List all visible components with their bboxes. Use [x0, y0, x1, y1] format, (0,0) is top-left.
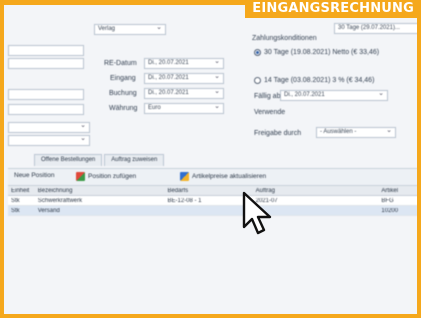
waehrung-field[interactable]: Euro	[144, 103, 224, 114]
top-select[interactable]: Verlag	[94, 24, 166, 35]
re-datum-field[interactable]: Di., 20.07.2021	[144, 58, 224, 69]
price-update-label: Artikelpreise aktualisieren	[192, 173, 267, 180]
radio-selected-icon[interactable]	[254, 49, 261, 56]
mouse-cursor-icon	[242, 191, 272, 235]
table-header: Einheit Bezeichnung Bedarfs Auftrag Arti…	[8, 186, 417, 196]
zahlungskonditionen-label: Zahlungskonditionen	[252, 35, 317, 42]
add-position-button[interactable]: Position zufügen	[76, 172, 136, 181]
left-field-2[interactable]	[8, 58, 84, 69]
payment-option-1[interactable]: 30 Tage (19.08.2021) Netto (€ 33,46)	[254, 49, 379, 56]
tab-bar: Offene Bestellungen Auftrag zuweisen	[8, 154, 166, 166]
faellig-ab-label: Fällig ab	[254, 93, 281, 100]
header-artikel[interactable]: Artikel	[378, 188, 417, 194]
freigabe-label: Freigabe durch	[254, 130, 302, 137]
radio-unselected-icon[interactable]	[254, 77, 261, 84]
cell-einheit: Stk	[11, 207, 20, 214]
verwenden-label: Verwende	[254, 109, 286, 116]
positions-table: Einheit Bezeichnung Bedarfs Auftrag Arti…	[8, 186, 417, 216]
cell-artikel: 10200	[381, 207, 399, 214]
tab-auftrag-zuweisen[interactable]: Auftrag zuweisen	[104, 154, 165, 166]
top-right-field[interactable]: 30 Tage (29.07.2021)...	[334, 23, 417, 34]
waehrung-label: Währung	[109, 105, 138, 112]
buchung-label: Buchung	[109, 90, 137, 97]
cell-einheit: Stk	[11, 197, 20, 204]
payment-option-2-label: 14 Tage (03.08.2021) 3 % (€ 34,46)	[264, 77, 375, 84]
left-field-3[interactable]	[8, 89, 84, 100]
table-row[interactable]: Stk Versand 10200	[8, 206, 417, 216]
add-items-icon	[76, 172, 85, 181]
table-row[interactable]: Stk Schwerkraftwerk BE-12-08 - 1 2021-07…	[8, 196, 417, 206]
cell-bedarfs: BE-12-08 - 1	[167, 197, 202, 204]
add-position-label: Position zufügen	[88, 173, 137, 180]
left-field-1[interactable]	[8, 45, 84, 56]
new-position-button[interactable]: Neue Position	[14, 172, 54, 179]
payment-option-1-label: 30 Tage (19.08.2021) Netto (€ 33,46)	[264, 49, 380, 56]
freigabe-select[interactable]: - Auswählen -	[316, 127, 396, 138]
header-bedarfs[interactable]: Bedarfs	[164, 188, 252, 194]
eingang-field[interactable]: Di., 20.07.2021	[144, 73, 224, 84]
re-datum-label: RE-Datum	[104, 60, 137, 67]
new-position-label: Neue Position	[14, 172, 55, 179]
eingang-label: Eingang	[110, 75, 136, 82]
position-toolbar: Neue Position Position zufügen Artikelpr…	[8, 168, 417, 186]
cell-bezeichnung: Versand	[37, 207, 60, 214]
price-update-button[interactable]: Artikelpreise aktualisieren	[180, 172, 266, 181]
payment-option-2[interactable]: 14 Tage (03.08.2021) 3 % (€ 34,46)	[254, 77, 374, 84]
cell-artikel: BFG	[381, 197, 394, 204]
header-bezeichnung[interactable]: Bezeichnung	[35, 188, 165, 194]
window-frame: Verlag RE-Datum Di., 20.07.2021 Eingang …	[0, 0, 421, 318]
header-einheit[interactable]: Einheit	[8, 188, 35, 194]
cell-bezeichnung: Schwerkraftwerk	[37, 197, 83, 204]
buchung-field[interactable]: Di., 20.07.2021	[144, 88, 224, 99]
faellig-ab-field[interactable]: Di., 20.07.2021	[280, 90, 388, 101]
left-select-2[interactable]	[8, 135, 90, 146]
price-update-icon	[180, 172, 189, 181]
tab-offene-bestellungen[interactable]: Offene Bestellungen	[34, 154, 103, 166]
left-select-1[interactable]	[8, 122, 90, 133]
section-banner: EINGANGSRECHNUNG	[245, 0, 421, 18]
left-field-4[interactable]	[8, 104, 84, 115]
